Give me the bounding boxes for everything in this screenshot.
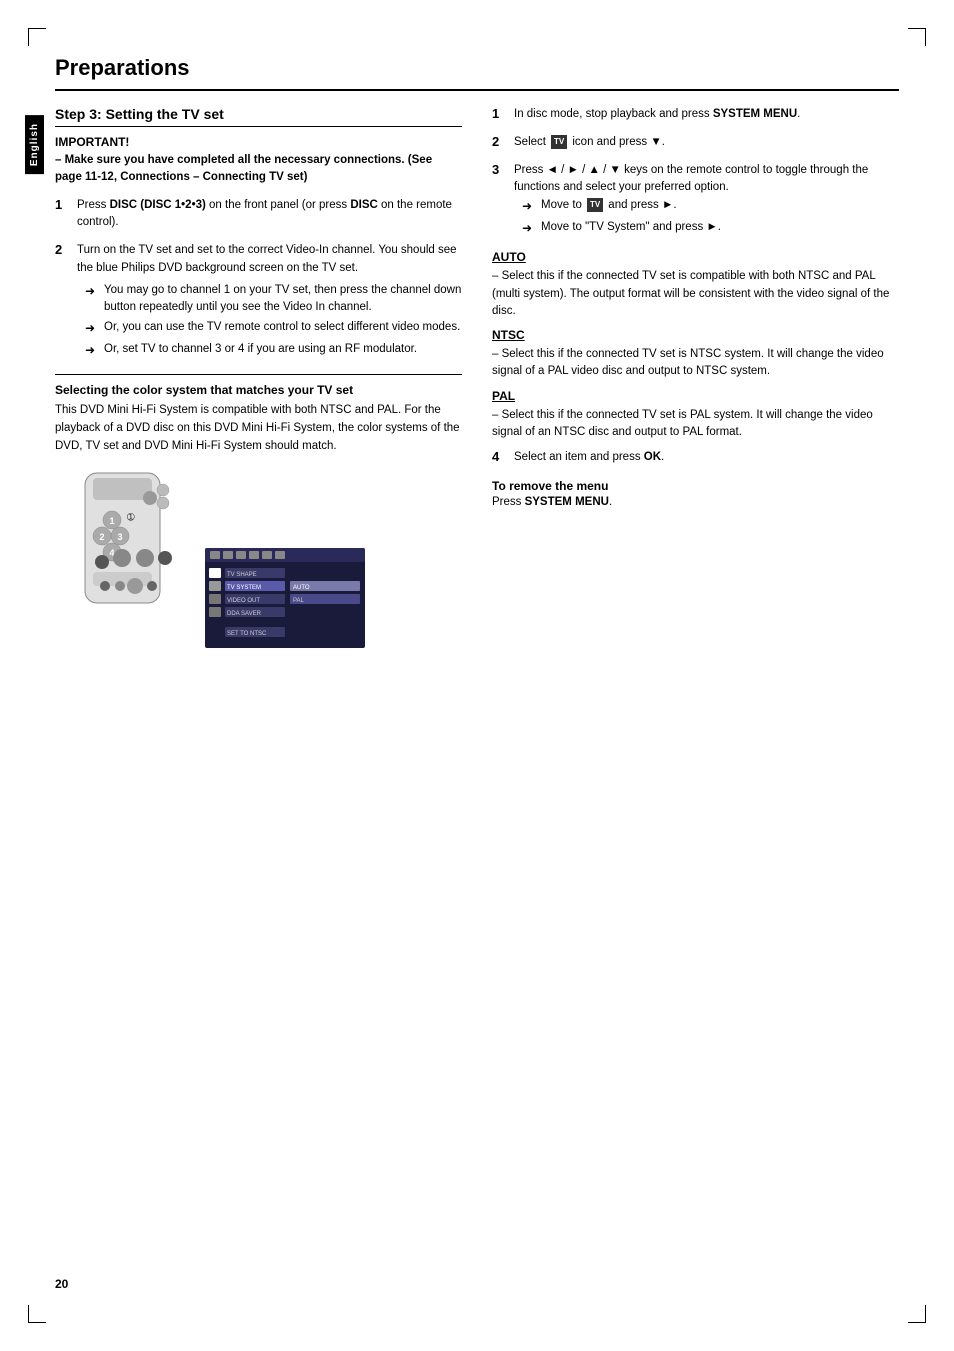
step-2-arrow-3: ➜ Or, set TV to channel 3 or 4 if you ar… bbox=[85, 341, 462, 360]
screen-display: TV SHAPE TV SYSTEM VIDEO OUT DDA SAVER S… bbox=[205, 508, 462, 666]
left-column: Step 3: Setting the TV set IMPORTANT! – … bbox=[55, 106, 462, 666]
important-text: – Make sure you have completed all the n… bbox=[55, 152, 462, 187]
remote-image-area: 1 2 3 4 bbox=[55, 468, 462, 666]
step-1: 1 Press DISC (DISC 1•2•3) on the front p… bbox=[55, 197, 462, 233]
step-1-num: 1 bbox=[55, 197, 73, 212]
svg-text:PAL: PAL bbox=[293, 598, 305, 604]
step-2: 2 Turn on the TV set and set to the corr… bbox=[55, 242, 462, 362]
corner-tl bbox=[28, 28, 46, 46]
r-step-3: 3 Press ◄ / ► / ▲ / ▼ keys on the remote… bbox=[492, 162, 899, 241]
right-column: 1 In disc mode, stop playback and press … bbox=[492, 106, 899, 666]
two-column-layout: Step 3: Setting the TV set IMPORTANT! – … bbox=[55, 106, 899, 666]
r-step-3-num: 3 bbox=[492, 162, 510, 177]
auto-heading: AUTO bbox=[492, 250, 899, 264]
r-arrow-icon-1: ➜ bbox=[522, 197, 536, 216]
ntsc-heading: NTSC bbox=[492, 328, 899, 342]
r-step-2-text: Select TV icon and press ▼. bbox=[514, 134, 665, 152]
corner-bl bbox=[28, 1305, 46, 1323]
r-step-4-text: Select an item and press OK. bbox=[514, 449, 664, 467]
remote-control-image: 1 2 3 4 bbox=[55, 468, 195, 666]
arrow-icon-1: ➜ bbox=[85, 282, 99, 301]
remove-menu-heading: To remove the menu bbox=[492, 479, 899, 493]
r-step-1: 1 In disc mode, stop playback and press … bbox=[492, 106, 899, 124]
r-step-1-text: In disc mode, stop playback and press SY… bbox=[514, 106, 800, 124]
sub-section-heading: Selecting the color system that matches … bbox=[55, 383, 462, 397]
tv-icon: TV bbox=[551, 135, 567, 149]
step-heading: Step 3: Setting the TV set bbox=[55, 106, 462, 127]
svg-text:DDA SAVER: DDA SAVER bbox=[227, 611, 262, 617]
ntsc-text: – Select this if the connected TV set is… bbox=[492, 346, 899, 381]
r-step-4: 4 Select an item and press OK. bbox=[492, 449, 899, 467]
pal-text: – Select this if the connected TV set is… bbox=[492, 407, 899, 442]
svg-text:AUTO: AUTO bbox=[293, 585, 310, 591]
step-2-arrow-1: ➜ You may go to channel 1 on your TV set… bbox=[85, 282, 462, 317]
svg-text:SET TO NTSC: SET TO NTSC bbox=[227, 631, 267, 637]
page-container: Preparations English Step 3: Setting the… bbox=[0, 0, 954, 1351]
corner-tr bbox=[908, 28, 926, 46]
svg-text:3: 3 bbox=[117, 532, 122, 542]
main-content: Preparations English Step 3: Setting the… bbox=[55, 55, 899, 1296]
step-1-text: Press DISC (DISC 1•2•3) on the front pan… bbox=[77, 197, 462, 233]
r-step-3-text: Press ◄ / ► / ▲ / ▼ keys on the remote c… bbox=[514, 162, 899, 241]
remove-menu-text: Press SYSTEM MENU. bbox=[492, 496, 899, 508]
auto-text: – Select this if the connected TV set is… bbox=[492, 268, 899, 320]
r-step-2-num: 2 bbox=[492, 134, 510, 149]
page-number: 20 bbox=[55, 1277, 68, 1291]
svg-text:VIDEO OUT: VIDEO OUT bbox=[227, 598, 260, 604]
r-arrow-icon-2: ➜ bbox=[522, 219, 536, 238]
english-tab: English bbox=[25, 115, 44, 174]
section-divider bbox=[55, 374, 462, 375]
sub-section-text: This DVD Mini Hi-Fi System is compatible… bbox=[55, 402, 462, 455]
r-step-1-num: 1 bbox=[492, 106, 510, 121]
step-2-arrow-2: ➜ Or, you can use the TV remote control … bbox=[85, 319, 462, 338]
step-2-num: 2 bbox=[55, 242, 73, 257]
r-step-3-arrow-2: ➜ Move to "TV System" and press ►. bbox=[522, 219, 899, 238]
tv-icon-2: TV bbox=[587, 198, 603, 212]
r-step-2: 2 Select TV icon and press ▼. bbox=[492, 134, 899, 152]
r-step-3-arrow-1: ➜ Move to TV and press ►. bbox=[522, 197, 899, 216]
arrow-icon-3: ➜ bbox=[85, 341, 99, 360]
r-step-4-num: 4 bbox=[492, 449, 510, 464]
svg-text:TV SHAPE: TV SHAPE bbox=[227, 572, 257, 578]
svg-text:2: 2 bbox=[99, 532, 104, 542]
page-title: Preparations bbox=[55, 55, 899, 91]
corner-br bbox=[908, 1305, 926, 1323]
svg-text:TV SYSTEM: TV SYSTEM bbox=[227, 585, 261, 591]
arrow-icon-2: ➜ bbox=[85, 319, 99, 338]
remove-menu-section: To remove the menu Press SYSTEM MENU. bbox=[492, 479, 899, 508]
svg-text:1: 1 bbox=[109, 516, 114, 526]
svg-text:➀: ➀ bbox=[127, 512, 135, 522]
step-2-text: Turn on the TV set and set to the correc… bbox=[77, 242, 462, 362]
important-label: IMPORTANT! bbox=[55, 135, 462, 149]
pal-heading: PAL bbox=[492, 389, 899, 403]
